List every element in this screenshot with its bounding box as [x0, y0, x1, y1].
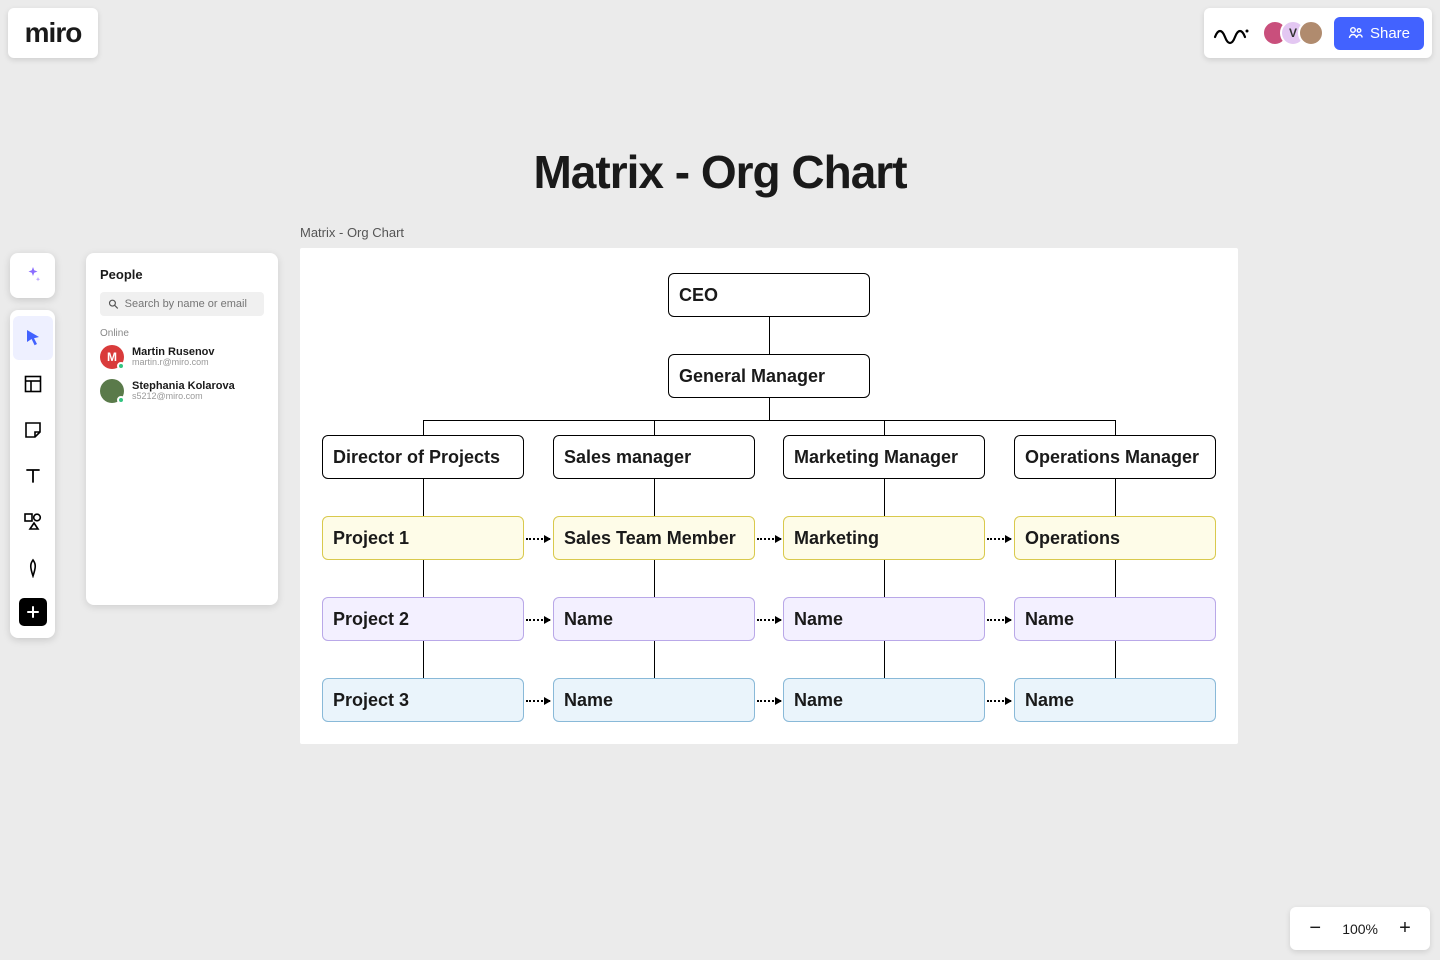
- zoom-out-button[interactable]: −: [1306, 917, 1324, 940]
- node-ceo[interactable]: CEO: [668, 273, 870, 317]
- node-name[interactable]: Name: [1014, 678, 1216, 722]
- node-director[interactable]: Director of Projects: [322, 435, 524, 479]
- node-project2[interactable]: Project 2: [322, 597, 524, 641]
- org-chart-frame[interactable]: CEO General Manager Director of Projects…: [300, 248, 1238, 744]
- node-name[interactable]: Name: [553, 678, 755, 722]
- connector: [1115, 420, 1116, 435]
- node-marketing[interactable]: Marketing: [783, 516, 985, 560]
- cursor-icon: [23, 328, 43, 348]
- tool-ai[interactable]: [10, 253, 55, 298]
- node-name[interactable]: Name: [553, 597, 755, 641]
- reactions-icon[interactable]: [1212, 18, 1252, 48]
- plus-icon: [26, 605, 40, 619]
- node-sales-member[interactable]: Sales Team Member: [553, 516, 755, 560]
- avatar: M: [100, 345, 124, 369]
- people-title: People: [100, 267, 264, 282]
- avatar: [100, 379, 124, 403]
- connector: [423, 420, 1115, 421]
- connector: [654, 420, 655, 435]
- node-project1[interactable]: Project 1: [322, 516, 524, 560]
- arrow: [757, 538, 781, 540]
- zoom-in-button[interactable]: +: [1396, 917, 1414, 940]
- arrow: [987, 700, 1011, 702]
- presence-avatars[interactable]: V: [1262, 20, 1324, 46]
- sparkle-icon: [22, 265, 44, 287]
- arrow: [526, 619, 550, 621]
- arrow: [757, 619, 781, 621]
- search-icon: [108, 298, 119, 310]
- share-button[interactable]: Share: [1334, 17, 1424, 50]
- presence-dot: [117, 362, 125, 370]
- node-marketing-mgr[interactable]: Marketing Manager: [783, 435, 985, 479]
- arrow: [526, 538, 550, 540]
- node-sales-mgr[interactable]: Sales manager: [553, 435, 755, 479]
- presence-dot: [117, 396, 125, 404]
- arrow: [987, 538, 1011, 540]
- people-icon: [1348, 25, 1364, 41]
- tool-shapes[interactable]: [13, 500, 53, 544]
- share-label: Share: [1370, 25, 1410, 42]
- arrow: [526, 700, 550, 702]
- template-icon: [23, 374, 43, 394]
- logo-card[interactable]: miro: [8, 8, 98, 58]
- node-name[interactable]: Name: [783, 678, 985, 722]
- person-email: s5212@miro.com: [132, 392, 235, 402]
- node-operations[interactable]: Operations: [1014, 516, 1216, 560]
- zoom-control: − 100% +: [1290, 907, 1430, 950]
- zoom-value[interactable]: 100%: [1342, 921, 1378, 937]
- person-row[interactable]: Stephania Kolarova s5212@miro.com: [100, 379, 264, 403]
- pen-icon: [23, 558, 43, 578]
- frame-label[interactable]: Matrix - Org Chart: [300, 225, 404, 240]
- node-name[interactable]: Name: [1014, 597, 1216, 641]
- person-email: martin.r@miro.com: [132, 358, 215, 368]
- tool-sticky[interactable]: [13, 408, 53, 452]
- tool-text[interactable]: [13, 454, 53, 498]
- app-logo: miro: [25, 17, 82, 49]
- tool-templates[interactable]: [13, 362, 53, 406]
- sticky-icon: [23, 420, 43, 440]
- node-name[interactable]: Name: [783, 597, 985, 641]
- person-row[interactable]: M Martin Rusenov martin.r@miro.com: [100, 345, 264, 369]
- topbar: V Share: [1204, 8, 1432, 58]
- people-panel: People Online M Martin Rusenov martin.r@…: [86, 253, 278, 605]
- arrow: [987, 619, 1011, 621]
- toolbar: [10, 310, 55, 638]
- connector: [769, 398, 770, 420]
- shapes-icon: [23, 512, 43, 532]
- tool-pen[interactable]: [13, 546, 53, 590]
- text-icon: [23, 466, 43, 486]
- status-label: Online: [100, 328, 264, 339]
- node-operations-mgr[interactable]: Operations Manager: [1014, 435, 1216, 479]
- people-search[interactable]: [100, 292, 264, 316]
- tool-select[interactable]: [13, 316, 53, 360]
- connector: [884, 420, 885, 435]
- node-gm[interactable]: General Manager: [668, 354, 870, 398]
- node-project3[interactable]: Project 3: [322, 678, 524, 722]
- connector: [423, 420, 424, 435]
- avatar[interactable]: [1298, 20, 1324, 46]
- tool-more[interactable]: [19, 598, 47, 626]
- search-input[interactable]: [125, 298, 256, 310]
- connector: [769, 317, 770, 354]
- arrow: [757, 700, 781, 702]
- canvas-title: Matrix - Org Chart: [0, 145, 1440, 199]
